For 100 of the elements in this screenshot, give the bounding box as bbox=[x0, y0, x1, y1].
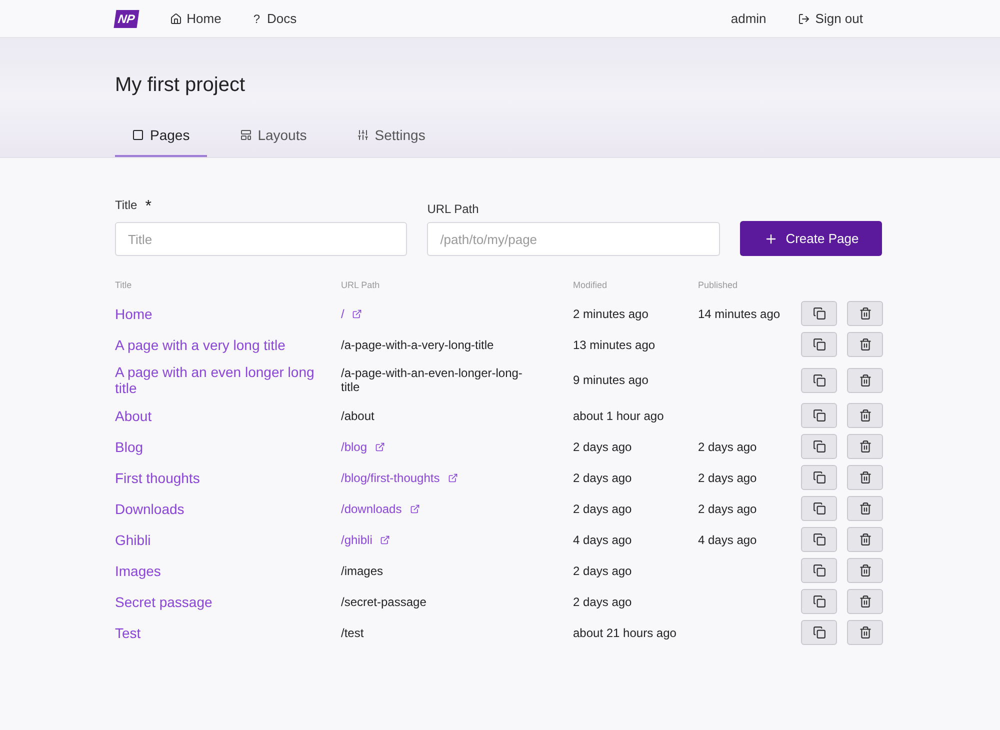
url-link[interactable]: /downloads bbox=[341, 502, 573, 516]
duplicate-button[interactable] bbox=[801, 496, 837, 521]
page-title-link[interactable]: Downloads bbox=[115, 496, 341, 520]
field-label: URL Path bbox=[427, 202, 480, 216]
delete-button[interactable] bbox=[847, 620, 883, 645]
trash-icon bbox=[858, 440, 872, 453]
logo[interactable]: NP bbox=[114, 10, 139, 28]
page-title-link[interactable]: Test bbox=[115, 620, 341, 644]
duplicate-button[interactable] bbox=[801, 434, 837, 459]
sign-out-icon bbox=[798, 12, 810, 24]
delete-button[interactable] bbox=[847, 589, 883, 614]
column-header: Modified bbox=[573, 280, 608, 292]
delete-button[interactable] bbox=[847, 301, 883, 326]
page-title-link[interactable]: A page with an even longer long title bbox=[115, 360, 341, 400]
modified-time: 2 minutes ago bbox=[573, 306, 650, 320]
trash-icon bbox=[858, 533, 872, 546]
delete-button[interactable] bbox=[847, 558, 883, 583]
layout-icon bbox=[240, 129, 252, 141]
tab[interactable]: Layouts bbox=[222, 127, 324, 157]
duplicate-button[interactable] bbox=[801, 368, 837, 392]
modified-time: about 1 hour ago bbox=[573, 408, 665, 422]
sign-out-link[interactable]: Sign out bbox=[798, 11, 863, 26]
copy-icon bbox=[812, 471, 826, 484]
tab[interactable]: Pages bbox=[115, 127, 207, 157]
external-link-icon bbox=[380, 534, 390, 544]
question-mark-icon: ? bbox=[253, 12, 260, 26]
trash-icon bbox=[858, 502, 872, 515]
copy-icon bbox=[812, 595, 826, 608]
url-link[interactable]: / bbox=[341, 306, 573, 320]
duplicate-button[interactable] bbox=[801, 301, 837, 326]
delete-button[interactable] bbox=[847, 332, 883, 357]
delete-button[interactable] bbox=[847, 496, 883, 521]
modified-time: 9 minutes ago bbox=[573, 373, 650, 387]
published-time: 2 days ago bbox=[698, 502, 758, 516]
trash-icon bbox=[858, 626, 872, 639]
published-time: 2 days ago bbox=[698, 440, 758, 454]
trash-icon bbox=[858, 564, 872, 577]
trash-icon bbox=[858, 409, 872, 422]
duplicate-button[interactable] bbox=[801, 620, 837, 645]
published-time: 4 days ago bbox=[698, 532, 758, 546]
page-title-link[interactable]: A page with a very long title bbox=[115, 332, 341, 356]
delete-button[interactable] bbox=[847, 368, 883, 392]
copy-icon bbox=[812, 307, 826, 320]
page-title-link[interactable]: About bbox=[115, 404, 341, 428]
url-path: /test bbox=[341, 626, 365, 640]
copy-icon bbox=[812, 338, 826, 351]
page-title-link[interactable]: Blog bbox=[115, 434, 341, 458]
trash-icon bbox=[858, 307, 872, 320]
copy-icon bbox=[812, 564, 826, 577]
duplicate-button[interactable] bbox=[801, 465, 837, 490]
page-title-link[interactable]: Secret passage bbox=[115, 590, 341, 614]
url-path: /secret-passage bbox=[341, 594, 428, 608]
external-link-icon bbox=[375, 442, 386, 452]
page-title-link[interactable]: First thoughts bbox=[115, 466, 341, 490]
column-header: Title bbox=[115, 280, 133, 292]
duplicate-button[interactable] bbox=[801, 403, 837, 428]
project-title: My first project bbox=[115, 73, 246, 98]
page-icon bbox=[132, 129, 144, 141]
url-path: /a-page-with-a-very-long-title bbox=[341, 338, 495, 352]
duplicate-button[interactable] bbox=[801, 527, 837, 552]
external-link-icon bbox=[448, 472, 458, 482]
duplicate-button[interactable] bbox=[801, 589, 837, 614]
modified-time: 13 minutes ago bbox=[573, 338, 656, 352]
delete-button[interactable] bbox=[847, 527, 883, 552]
external-link-icon bbox=[352, 308, 362, 318]
url-field[interactable]: /path/to/my/page bbox=[427, 222, 720, 256]
modified-time: 2 days ago bbox=[573, 470, 633, 484]
create-page-button[interactable]: Create Page bbox=[740, 221, 882, 256]
delete-button[interactable] bbox=[847, 434, 883, 459]
duplicate-button[interactable] bbox=[801, 558, 837, 583]
page-title-link[interactable]: Images bbox=[115, 558, 341, 582]
published-time: 2 days ago bbox=[698, 470, 758, 484]
copy-icon bbox=[812, 533, 826, 546]
url-link[interactable]: /blog bbox=[341, 440, 573, 454]
modified-time: 2 days ago bbox=[573, 502, 633, 516]
copy-icon bbox=[812, 409, 826, 422]
nav-link[interactable]: Home bbox=[170, 11, 222, 26]
field-label: Title bbox=[115, 198, 138, 214]
required-mark: * bbox=[145, 198, 152, 216]
trash-icon bbox=[858, 374, 872, 386]
trash-icon bbox=[858, 471, 872, 484]
trash-icon bbox=[858, 338, 872, 351]
nav-link[interactable]: ? Docs bbox=[253, 11, 297, 26]
copy-icon bbox=[812, 626, 826, 639]
plus-icon bbox=[764, 232, 778, 246]
published-time: 14 minutes ago bbox=[698, 306, 782, 320]
url-link[interactable]: /blog/first-thoughts bbox=[341, 470, 573, 484]
page-title-link[interactable]: Ghibli bbox=[115, 528, 341, 552]
delete-button[interactable] bbox=[847, 403, 883, 428]
modified-time: 2 days ago bbox=[573, 594, 633, 608]
tab[interactable]: Settings bbox=[340, 127, 442, 157]
modified-time: 2 days ago bbox=[573, 564, 633, 578]
page-title-link[interactable]: Home bbox=[115, 302, 341, 326]
column-header: URL Path bbox=[341, 280, 381, 292]
duplicate-button[interactable] bbox=[801, 332, 837, 357]
home-icon bbox=[170, 12, 182, 24]
delete-button[interactable] bbox=[847, 465, 883, 490]
title-field[interactable]: Title bbox=[115, 222, 408, 256]
url-link[interactable]: /ghibli bbox=[341, 532, 573, 546]
external-link-icon bbox=[410, 504, 420, 514]
